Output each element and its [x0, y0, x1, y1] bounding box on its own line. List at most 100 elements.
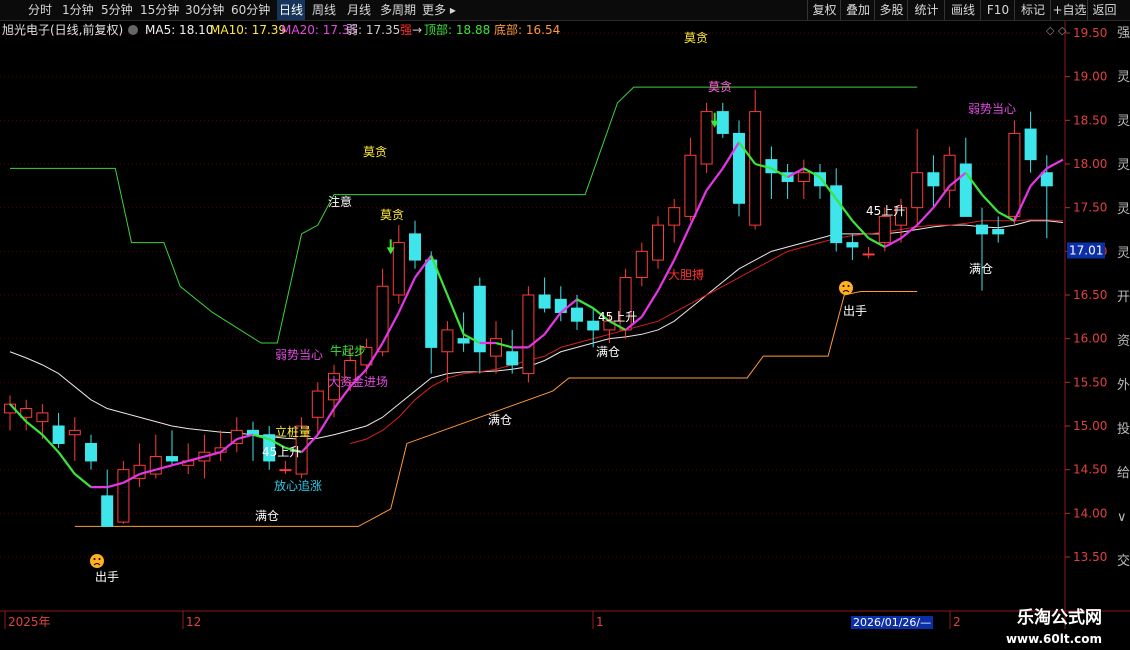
candle-body	[522, 294, 535, 375]
candle-body	[684, 154, 697, 217]
signal-label-18: 出手	[95, 570, 119, 584]
tab-period-8[interactable]: 月线	[345, 0, 373, 20]
signal-label-0: 莫贪	[684, 30, 708, 45]
date-label: 2025年	[8, 615, 51, 629]
signal-label-8: 大资金进场	[328, 374, 388, 389]
tab-period-4[interactable]: 30分钟	[183, 0, 226, 20]
price-tick-label: 13.50	[1073, 550, 1107, 564]
tab-period-6[interactable]: 日线	[277, 0, 306, 20]
signal-label-10: 45上升	[262, 445, 301, 459]
candle-body	[1024, 128, 1037, 161]
signal-label-16: 满仓	[596, 345, 620, 359]
sad-face-icon	[839, 281, 853, 295]
signal-label-11: 45上升	[598, 310, 637, 324]
signal-label-15: 满仓	[488, 413, 512, 427]
signal-label-13: 放心追涨	[274, 478, 322, 493]
side-panel-char: 灵	[1117, 202, 1130, 217]
brand-watermark: 乐淘公式网	[1017, 608, 1102, 628]
price-tick-label: 18.50	[1073, 113, 1107, 127]
candle-body	[506, 351, 519, 366]
price-tick-label: 16.00	[1073, 332, 1107, 346]
kline-chart[interactable]: 19.5019.0018.5018.0017.5017.0016.5016.00…	[0, 21, 1130, 629]
date-label: 12	[186, 615, 201, 629]
candle-body	[992, 229, 1005, 235]
side-panel-char: 灵	[1117, 114, 1130, 129]
candle-body	[52, 425, 65, 444]
tab-period-1[interactable]: 1分钟	[60, 0, 96, 20]
signal-label-2: 莫贪	[363, 144, 387, 159]
tab-period-2[interactable]: 5分钟	[99, 0, 135, 20]
candle-body	[1008, 132, 1021, 217]
header-field: 旭光电子(日线,前复权)	[2, 22, 123, 37]
toolbar-button-3[interactable]: 统计	[907, 0, 945, 20]
side-panel-char: 开	[1117, 290, 1130, 305]
header-field: 强	[400, 23, 412, 37]
signal-label-1: 莫贪	[708, 79, 732, 94]
candle-body	[247, 429, 259, 436]
candle-body	[878, 215, 891, 244]
candle-body	[862, 253, 875, 256]
tab-period-3[interactable]: 15分钟	[138, 0, 181, 20]
signal-label-9: 立桩量	[275, 424, 311, 439]
candle-body	[749, 111, 762, 226]
toolbar-button-0[interactable]: 复权	[807, 0, 841, 20]
candle-body	[1040, 172, 1053, 187]
tab-period-0[interactable]: 分时	[26, 0, 54, 20]
candle-body	[425, 259, 438, 348]
candle-body	[716, 111, 729, 134]
side-panel-char: 给	[1117, 466, 1130, 481]
candle-body	[490, 338, 502, 357]
toolbar-button-1[interactable]: 叠加	[840, 0, 875, 20]
price-tick-label: 16.50	[1073, 288, 1107, 302]
toolbar-button-5[interactable]: F10	[980, 0, 1015, 20]
candle-body	[441, 329, 454, 353]
toolbar-button-8[interactable]: 返回	[1087, 0, 1121, 20]
date-label: 2	[953, 615, 961, 629]
candle-body	[927, 172, 940, 187]
toolbar-button-2[interactable]: 多股	[874, 0, 908, 20]
candle-body	[409, 233, 421, 261]
toolbar-button-6[interactable]: 标记	[1014, 0, 1051, 20]
dropdown-icon[interactable]	[128, 25, 138, 35]
price-tick-label: 19.00	[1073, 70, 1107, 84]
tab-period-5[interactable]: 60分钟	[229, 0, 272, 20]
info-header: 旭光电子(日线,前复权) MA5: 18.10MA10: 17.39MA20: 1…	[2, 22, 560, 37]
signal-label-12: 45上升	[866, 204, 905, 218]
candle-body	[959, 163, 972, 217]
tab-period-10[interactable]: 更多 ▸	[420, 0, 458, 20]
candle-body	[911, 172, 924, 209]
candle-body	[668, 207, 681, 226]
price-tick-label: 18.00	[1073, 157, 1107, 171]
candle-body	[117, 469, 130, 523]
signal-label-6: 弱势当心	[968, 102, 1016, 116]
candle-body	[538, 294, 551, 309]
candle-body	[36, 412, 49, 423]
candle-body	[700, 111, 713, 165]
signal-label-20: 大胆搏	[668, 268, 704, 282]
candle-body	[85, 442, 97, 462]
candle-body	[101, 495, 114, 527]
side-panel-char: 灵	[1117, 246, 1130, 261]
candle-body	[635, 250, 648, 279]
candle-body	[279, 469, 292, 472]
side-panel-char: 灵	[1117, 158, 1130, 173]
price-tick-label: 15.00	[1073, 419, 1107, 433]
tab-period-9[interactable]: 多周期	[378, 0, 418, 20]
header-field: →	[412, 23, 422, 37]
signal-label-14: 满仓	[255, 509, 279, 523]
candle-body	[457, 338, 470, 344]
toolbar-button-7[interactable]: +自选	[1050, 0, 1088, 20]
candle-body	[311, 390, 324, 418]
header-field: 顶部: 18.88	[424, 22, 490, 37]
toolbar-button-4[interactable]: 画线	[944, 0, 981, 20]
side-panel-char: ∨	[1117, 510, 1127, 525]
side-panel-char: 交	[1117, 553, 1130, 569]
signal-label-5: 弱势当心	[275, 348, 323, 362]
side-panel-char: 投	[1117, 421, 1130, 437]
signal-label-4: 注意	[328, 194, 352, 209]
candle-body	[166, 456, 178, 462]
header-field: 底部: 16.54	[494, 22, 560, 37]
price-tick-label: 14.00	[1073, 506, 1107, 520]
tab-period-7[interactable]: 周线	[310, 0, 338, 20]
side-panel-char: 资	[1117, 334, 1130, 349]
